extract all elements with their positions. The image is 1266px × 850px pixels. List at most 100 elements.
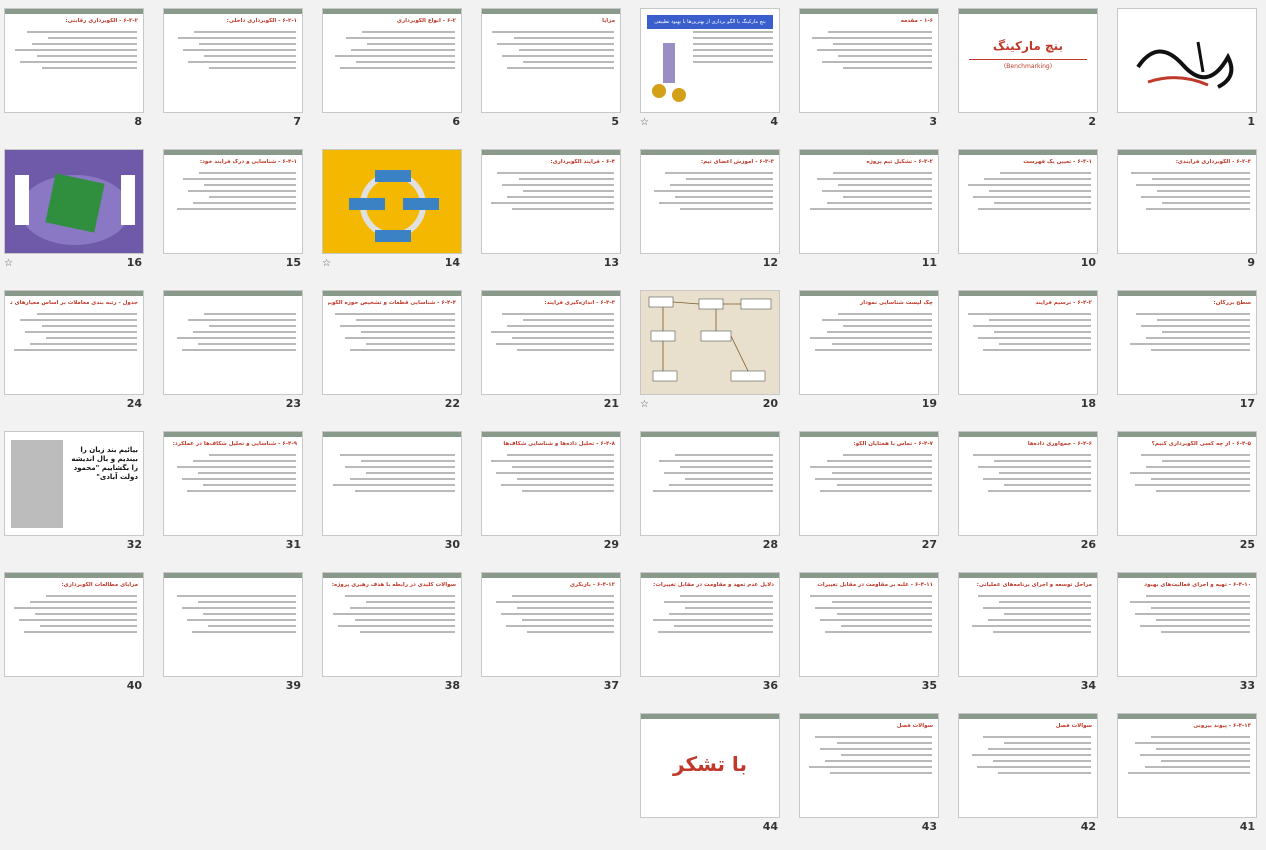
slide-preview[interactable] bbox=[640, 431, 780, 536]
slide-thumbnail[interactable]: 28 bbox=[636, 423, 786, 559]
slide-thumbnail[interactable]: 30 bbox=[318, 423, 468, 559]
slide-preview[interactable]: مزایا bbox=[481, 8, 621, 113]
slide-header-bar bbox=[164, 573, 302, 578]
slide-banner: بنچ مارکینگ یا الگو برداری از بهترین‌ها … bbox=[647, 15, 773, 29]
slide-thumbnail[interactable]: 1 bbox=[1113, 0, 1263, 136]
slide-preview[interactable]: ۶-۴-۱۰ - تهیه و اجرای فعالیت‌های بهبود bbox=[1117, 572, 1257, 677]
slide-preview[interactable]: ۶-۴-۶ - جمع‌آوری داده‌ها bbox=[958, 431, 1098, 536]
slide-thumbnail[interactable]: سوالات کلیدی در رابطه با هدف رهبری پروژه… bbox=[318, 564, 468, 700]
slide-preview[interactable] bbox=[322, 431, 462, 536]
slide-thumbnail[interactable]: ۶-۴-۱۰ - تهیه و اجرای فعالیت‌های بهبود 33 bbox=[1113, 564, 1263, 700]
slide-preview[interactable]: ۶-۴ - فرآیند الگوبرداری: bbox=[481, 149, 621, 254]
slide-body-text bbox=[172, 454, 296, 496]
slide-sorter-grid: 1 بنچ مارکینگ (Benchmarking) 2 ۱-۶ - مقدمه 3 ب… bbox=[0, 0, 1266, 850]
slide-preview[interactable]: بیائیم بند زبان را ببندیم و بال اندیشه ر… bbox=[4, 431, 144, 536]
slide-thumbnail[interactable]: 16 ☆ bbox=[0, 141, 150, 277]
slide-thumbnail[interactable]: ۶-۳-۳ - آموزش اعضای تیم: 12 bbox=[636, 141, 786, 277]
slide-preview[interactable]: ۶-۴-۳ - اندازه‌گیری فرایند: bbox=[481, 290, 621, 395]
slide-thumbnail[interactable]: ۶-۲-۲ - الگوبرداری رقابتی: 8 bbox=[0, 0, 150, 136]
slide-title: ۶-۴-۵ - از چه کسی الگوبرداری کنیم؟ bbox=[1151, 441, 1251, 447]
slide-thumbnail[interactable]: ۶-۲-۳ - الگوبرداری فرایندی: 9 bbox=[1113, 141, 1263, 277]
slide-thumbnail[interactable]: ۶-۲ - انواع الگوبرداری 6 bbox=[318, 0, 468, 136]
slide-thumbnail[interactable]: بنچ مارکینگ (Benchmarking) 2 bbox=[954, 0, 1104, 136]
slide-thumbnail[interactable]: با تشکر 44 bbox=[636, 705, 786, 841]
slide-thumbnail[interactable]: سطح بزرگان: 17 bbox=[1113, 282, 1263, 418]
slide-preview[interactable]: ۶-۴-۷ - تماس با همتایان الگو: bbox=[799, 431, 939, 536]
slide-thumbnail[interactable]: 39 bbox=[159, 564, 309, 700]
slide-preview[interactable]: ۶-۴-۹ - شناسایی و تحلیل شکاف‌ها در عملکر… bbox=[163, 431, 303, 536]
slide-preview[interactable]: ۶-۳-۳ - آموزش اعضای تیم: bbox=[640, 149, 780, 254]
slide-preview[interactable] bbox=[322, 149, 462, 254]
slide-preview[interactable] bbox=[163, 290, 303, 395]
slide-preview[interactable]: ۶-۲-۲ - الگوبرداری رقابتی: bbox=[4, 8, 144, 113]
slide-preview[interactable]: بنچ مارکینگ (Benchmarking) bbox=[958, 8, 1098, 113]
slide-header-bar bbox=[323, 9, 461, 14]
slide-thumbnail[interactable]: ۶-۳-۲ - تشکیل تیم پروژه 11 bbox=[795, 141, 945, 277]
slide-preview[interactable]: ۶-۳-۲ - تشکیل تیم پروژه bbox=[799, 149, 939, 254]
slide-thumbnail[interactable]: ۶-۴-۷ - تماس با همتایان الگو: 27 bbox=[795, 423, 945, 559]
slide-thumbnail[interactable]: ۶-۲-۱ - الگوبرداری داخلی: 7 bbox=[159, 0, 309, 136]
slide-thumbnail[interactable]: 20 ☆ bbox=[636, 282, 786, 418]
slide-preview[interactable]: سطح بزرگان: bbox=[1117, 290, 1257, 395]
slide-thumbnail[interactable]: سوالات فصل 42 bbox=[954, 705, 1104, 841]
slide-preview[interactable]: ۶-۴-۲ - ترسیم فرآیند bbox=[958, 290, 1098, 395]
slide-preview[interactable]: ۶-۴-۴ - شناسایی قطعات و تشخیص حوزه الگوب… bbox=[322, 290, 462, 395]
slide-preview[interactable]: سوالات فصل bbox=[799, 713, 939, 818]
slide-preview[interactable]: جدول - رتبه بندی معاملات بر اساس معیارها… bbox=[4, 290, 144, 395]
slide-preview[interactable]: چک لیست شناسایی نمودار bbox=[799, 290, 939, 395]
slide-preview[interactable] bbox=[4, 149, 144, 254]
slide-preview[interactable] bbox=[163, 572, 303, 677]
slide-preview[interactable]: ۱-۶ - مقدمه bbox=[799, 8, 939, 113]
slide-thumbnail[interactable]: ۱-۶ - مقدمه 3 bbox=[795, 0, 945, 136]
slide-preview[interactable]: ۶-۴-۱۱ - غلبه بر مقاومت در مقابل تغییرات bbox=[799, 572, 939, 677]
slide-thumbnail[interactable]: 14 ☆ bbox=[318, 141, 468, 277]
slide-preview[interactable]: ۶-۳-۱ - تعیین یک فهرست bbox=[958, 149, 1098, 254]
slide-thumbnail[interactable]: ۶-۴-۱ - شناسایی و درک فرایند خود: 15 bbox=[159, 141, 309, 277]
slide-preview[interactable]: ۶-۴-۱۳ - پیوند بیرونی bbox=[1117, 713, 1257, 818]
slide-thumbnail[interactable]: ۶-۴-۱۲ - بازنگری 37 bbox=[477, 564, 627, 700]
slide-number: 25 bbox=[1239, 538, 1255, 551]
slide-preview[interactable]: سوالات فصل bbox=[958, 713, 1098, 818]
slide-thumbnail[interactable]: ۶-۴-۸ - تحلیل داده‌ها و شناسایی شکاف‌ها 2… bbox=[477, 423, 627, 559]
slide-preview[interactable]: ۶-۲-۱ - الگوبرداری داخلی: bbox=[163, 8, 303, 113]
slide-preview[interactable] bbox=[1117, 8, 1257, 113]
slide-preview[interactable]: ۶-۴-۸ - تحلیل داده‌ها و شناسایی شکاف‌ها bbox=[481, 431, 621, 536]
slide-thumbnail[interactable]: دلایل عدم تعهد و مقاومت در مقابل تغییرات… bbox=[636, 564, 786, 700]
slide-preview[interactable]: ۶-۴-۱ - شناسایی و درک فرایند خود: bbox=[163, 149, 303, 254]
slide-preview[interactable]: دلایل عدم تعهد و مقاومت در مقابل تغییرات… bbox=[640, 572, 780, 677]
slide-body-text bbox=[808, 454, 932, 496]
slide-preview[interactable]: سوالات کلیدی در رابطه با هدف رهبری پروژه… bbox=[322, 572, 462, 677]
slide-thumbnail[interactable]: چک لیست شناسایی نمودار 19 bbox=[795, 282, 945, 418]
slide-thumbnail[interactable]: سوالات فصل 43 bbox=[795, 705, 945, 841]
slide-preview[interactable]: با تشکر bbox=[640, 713, 780, 818]
slide-thumbnail[interactable]: ۶-۴ - فرآیند الگوبرداری: 13 bbox=[477, 141, 627, 277]
slide-thumbnail[interactable]: مراحل توسعه و اجرای برنامه‌های عملیاتی: 3… bbox=[954, 564, 1104, 700]
slide-thumbnail[interactable]: ۶-۴-۱۳ - پیوند بیرونی 41 bbox=[1113, 705, 1263, 841]
slide-header-bar bbox=[5, 291, 143, 296]
slide-preview[interactable]: بنچ مارکینگ یا الگو برداری از بهترین‌ها … bbox=[640, 8, 780, 113]
slide-preview[interactable]: ۶-۲-۳ - الگوبرداری فرایندی: bbox=[1117, 149, 1257, 254]
slide-thumbnail[interactable]: ۶-۴-۴ - شناسایی قطعات و تشخیص حوزه الگوب… bbox=[318, 282, 468, 418]
slide-preview[interactable]: مراحل توسعه و اجرای برنامه‌های عملیاتی: bbox=[958, 572, 1098, 677]
slide-preview[interactable]: ۶-۴-۱۲ - بازنگری bbox=[481, 572, 621, 677]
slide-preview[interactable]: مزایای مطالعات الگوبرداری: bbox=[4, 572, 144, 677]
slide-title: بنچ مارکینگ یا الگو برداری از بهترین‌ها … bbox=[654, 19, 766, 25]
slide-thumbnail[interactable]: ۶-۴-۵ - از چه کسی الگوبرداری کنیم؟ 25 bbox=[1113, 423, 1263, 559]
slide-thumbnail[interactable]: مزایا 5 bbox=[477, 0, 627, 136]
slide-preview[interactable]: ۶-۲ - انواع الگوبرداری bbox=[322, 8, 462, 113]
slide-thumbnail[interactable]: بنچ مارکینگ یا الگو برداری از بهترین‌ها … bbox=[636, 0, 786, 136]
slide-thumbnail[interactable]: جدول - رتبه بندی معاملات بر اساس معیارها… bbox=[0, 282, 150, 418]
slide-thumbnail[interactable]: ۶-۴-۹ - شناسایی و تحلیل شکاف‌ها در عملکر… bbox=[159, 423, 309, 559]
slide-thumbnail[interactable]: مزایای مطالعات الگوبرداری: 40 bbox=[0, 564, 150, 700]
slide-preview[interactable] bbox=[640, 290, 780, 395]
slide-title: ۶-۴-۱۳ - پیوند بیرونی bbox=[1193, 723, 1251, 729]
slide-thumbnail[interactable]: ۶-۴-۲ - ترسیم فرآیند 18 bbox=[954, 282, 1104, 418]
slide-thumbnail[interactable]: بیائیم بند زبان را ببندیم و بال اندیشه ر… bbox=[0, 423, 150, 559]
slide-thumbnail[interactable]: ۶-۴-۱۱ - غلبه بر مقاومت در مقابل تغییرات… bbox=[795, 564, 945, 700]
slide-preview[interactable]: ۶-۴-۵ - از چه کسی الگوبرداری کنیم؟ bbox=[1117, 431, 1257, 536]
slide-thumbnail[interactable]: ۶-۳-۱ - تعیین یک فهرست 10 bbox=[954, 141, 1104, 277]
slide-thumbnail[interactable]: ۶-۴-۶ - جمع‌آوری داده‌ها 26 bbox=[954, 423, 1104, 559]
slide-thumbnail[interactable]: 23 bbox=[159, 282, 309, 418]
slide-thumbnail[interactable]: ۶-۴-۳ - اندازه‌گیری فرایند: 21 bbox=[477, 282, 627, 418]
slide-body-text bbox=[649, 172, 773, 214]
